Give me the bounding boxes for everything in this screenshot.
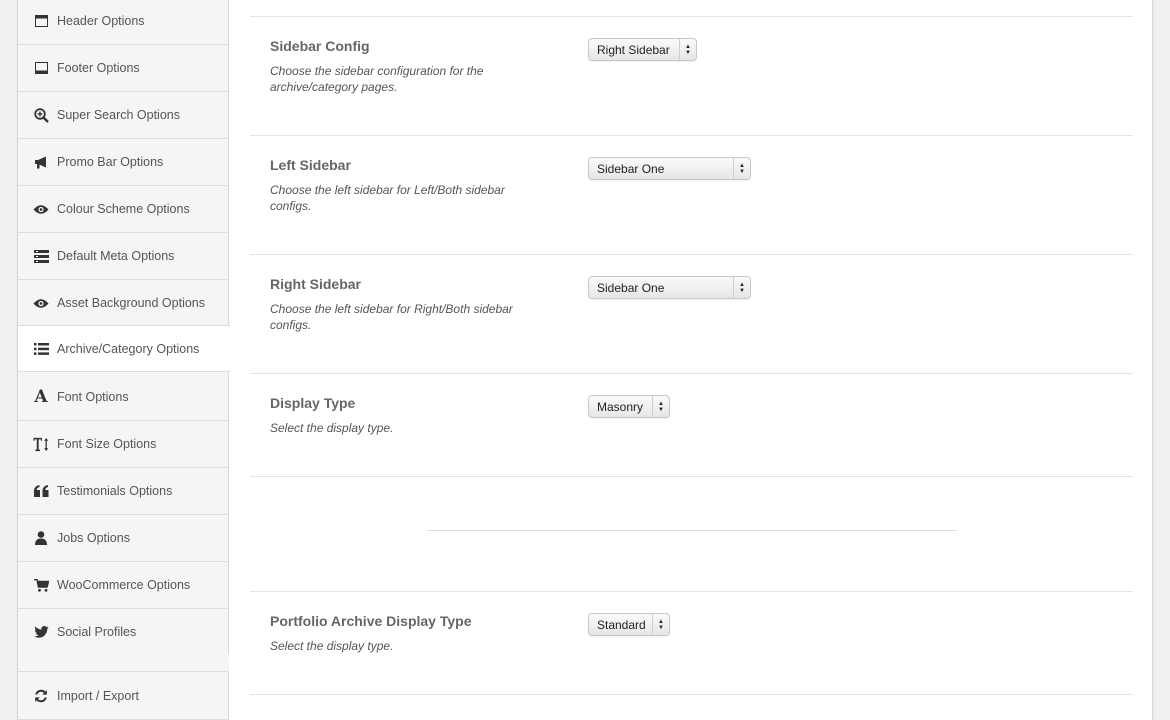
- option-description: Choose the sidebar configuration for the…: [270, 64, 484, 94]
- select-arrows-icon: ▲ ▼: [652, 614, 669, 635]
- sidebar-item-label: Archive/Category Options: [57, 341, 200, 356]
- option-description: Choose the left sidebar for Right/Both s…: [270, 302, 513, 332]
- quote-icon: [33, 483, 49, 499]
- refresh-icon: [33, 688, 49, 704]
- megaphone-icon: [33, 154, 49, 170]
- section-divider: [250, 694, 1133, 695]
- sidebar-item-promo-bar-options[interactable]: Promo Bar Options: [18, 139, 229, 186]
- sidebar-item-label: Testimonials Options: [57, 484, 173, 498]
- section-divider: [250, 591, 1133, 592]
- option-description: Select the display type.: [270, 639, 394, 653]
- select-value: Sidebar One: [597, 161, 665, 176]
- sidebar-item-woocommerce-options[interactable]: WooCommerce Options: [18, 562, 229, 609]
- sidebar-config-select[interactable]: Right Sidebar ▲ ▼: [588, 38, 697, 61]
- select-value: Masonry: [597, 399, 644, 414]
- sidebar-item-label: WooCommerce Options: [57, 578, 191, 592]
- section-divider: [250, 16, 1133, 17]
- sidebar-item-testimonials-options[interactable]: Testimonials Options: [18, 468, 229, 515]
- option-title: Display Type: [270, 395, 356, 411]
- user-icon: [33, 530, 49, 546]
- sidebar-item-asset-background-options[interactable]: Asset Background Options: [18, 280, 229, 327]
- option-title: Right Sidebar: [270, 276, 362, 292]
- select-arrows-icon: ▲ ▼: [733, 277, 750, 298]
- font-icon: A: [34, 386, 48, 407]
- select-arrows-icon: ▲ ▼: [733, 158, 750, 179]
- sidebar-item-label: Social Profiles: [57, 625, 137, 639]
- sidebar-item-label: Jobs Options: [57, 531, 130, 545]
- sidebar-item-label: Promo Bar Options: [57, 155, 164, 169]
- select-arrows-icon: ▲ ▼: [652, 396, 669, 417]
- left-sidebar-select[interactable]: Sidebar One ▲ ▼: [588, 157, 751, 180]
- option-title: Left Sidebar: [270, 157, 351, 173]
- select-value: Standard: [597, 617, 646, 632]
- sidebar-item-super-search-options[interactable]: Super Search Options: [18, 92, 229, 139]
- section-divider: [250, 135, 1133, 136]
- sidebar-item-header-options[interactable]: Header Options: [18, 0, 229, 45]
- sidebar-item-social-profiles[interactable]: Social Profiles: [18, 609, 229, 656]
- option-title: Portfolio Archive Display Type: [270, 613, 472, 629]
- portfolio-display-type-select[interactable]: Standard ▲ ▼: [588, 613, 670, 636]
- sidebar-item-label: Super Search Options: [57, 108, 180, 122]
- sidebar-item-label: Font Options: [57, 390, 129, 404]
- text-height-icon: [33, 436, 49, 452]
- sidebar-item-jobs-options[interactable]: Jobs Options: [18, 515, 229, 562]
- sidebar-item-footer-options[interactable]: Footer Options: [18, 45, 229, 92]
- option-description: Choose the left sidebar for Left/Both si…: [270, 183, 505, 213]
- select-value: Right Sidebar: [597, 42, 670, 57]
- eye-icon: [33, 201, 49, 217]
- sidebar-item-label: Footer Options: [57, 61, 140, 75]
- options-panel: Header Options Footer Options Super Sear…: [17, 0, 1153, 720]
- select-value: Sidebar One: [597, 280, 665, 295]
- section-divider: [250, 254, 1133, 255]
- display-type-select[interactable]: Masonry ▲ ▼: [588, 395, 670, 418]
- sidebar-item-colour-scheme-options[interactable]: Colour Scheme Options: [18, 186, 229, 233]
- option-description: Select the display type.: [270, 421, 394, 435]
- options-content: Sidebar Config Choose the sidebar config…: [230, 0, 1152, 720]
- sidebar-item-label: Colour Scheme Options: [57, 202, 190, 216]
- eye-icon: [33, 295, 49, 311]
- search-plus-icon: [33, 107, 49, 123]
- sidebar-item-default-meta-options[interactable]: Default Meta Options: [18, 233, 229, 280]
- sidebar-item-font-options[interactable]: A Font Options: [18, 374, 229, 421]
- meta-list-icon: [33, 248, 49, 264]
- sidebar-item-label: Font Size Options: [57, 437, 157, 451]
- section-divider: [250, 476, 1133, 477]
- options-sidebar: Header Options Footer Options Super Sear…: [18, 0, 230, 720]
- sidebar-item-label: Default Meta Options: [57, 249, 175, 263]
- header-icon: [33, 13, 49, 29]
- sidebar-item-archive-category-options[interactable]: Archive/Category Options: [18, 325, 230, 372]
- sidebar-item-label: Asset Background Options: [57, 296, 205, 310]
- sidebar-spacer: [18, 654, 229, 672]
- sidebar-item-label: Import / Export: [57, 689, 139, 703]
- sidebar-item-label: Header Options: [57, 14, 145, 28]
- sidebar-item-import-export[interactable]: Import / Export: [18, 673, 229, 720]
- option-title: Sidebar Config: [270, 38, 370, 54]
- section-break-line: [427, 530, 957, 531]
- section-divider: [250, 373, 1133, 374]
- right-sidebar-select[interactable]: Sidebar One ▲ ▼: [588, 276, 751, 299]
- list-icon: [33, 341, 49, 357]
- footer-icon: [33, 60, 49, 76]
- sidebar-item-font-size-options[interactable]: Font Size Options: [18, 421, 229, 468]
- select-arrows-icon: ▲ ▼: [679, 39, 696, 60]
- cart-icon: [33, 577, 49, 593]
- twitter-icon: [33, 624, 49, 640]
